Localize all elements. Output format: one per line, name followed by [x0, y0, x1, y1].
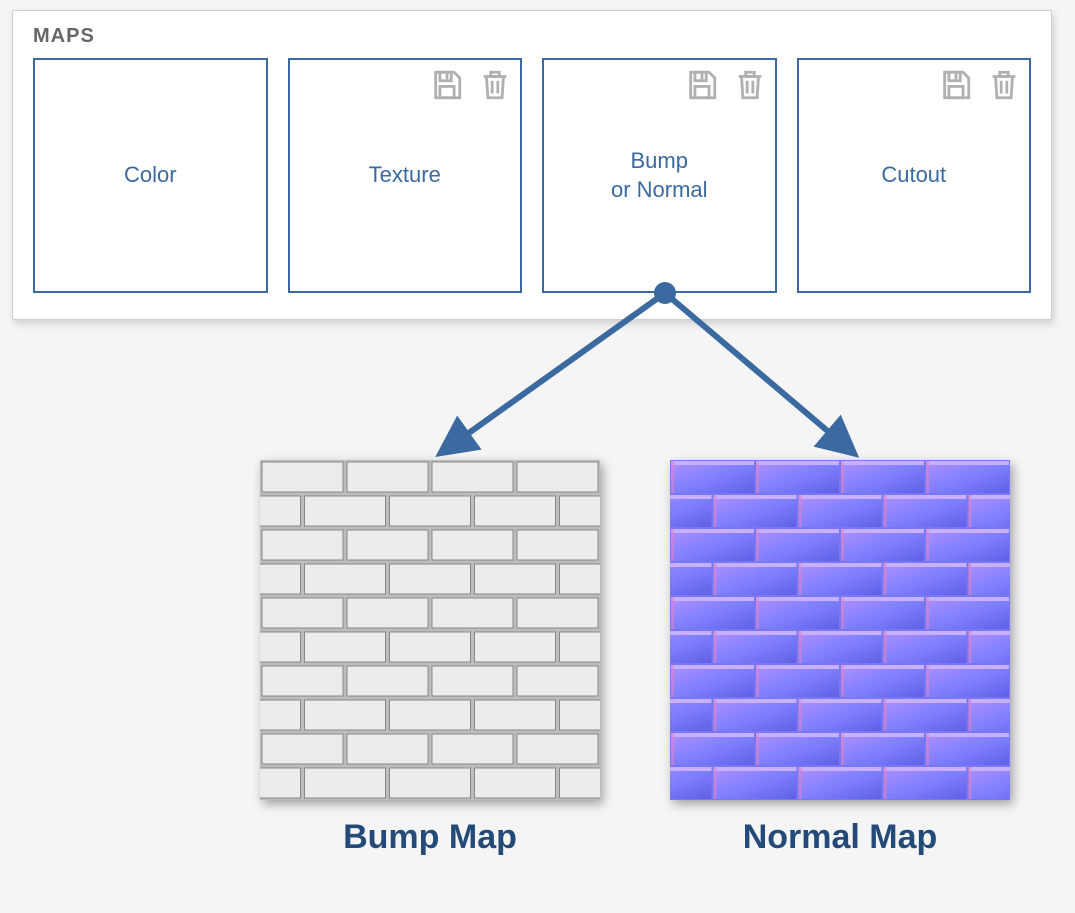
sample-area: Bump Map Normal Map — [260, 460, 1010, 857]
slot-label: Cutout — [881, 161, 946, 190]
trash-icon[interactable] — [733, 68, 767, 107]
map-slots-row: Color Texture Bump or — [33, 58, 1031, 293]
save-icon[interactable] — [685, 68, 719, 107]
slot-action-icons — [685, 68, 767, 107]
map-slot-cutout[interactable]: Cutout — [797, 58, 1032, 293]
map-slot-color[interactable]: Color — [33, 58, 268, 293]
map-slot-texture[interactable]: Texture — [288, 58, 523, 293]
map-slot-bump-normal[interactable]: Bump or Normal — [542, 58, 777, 293]
bump-map-caption: Bump Map — [343, 818, 517, 857]
slot-label: Color — [124, 161, 177, 190]
normal-map-sample: Normal Map — [670, 460, 1010, 857]
save-icon[interactable] — [430, 68, 464, 107]
bump-map-swatch — [260, 460, 600, 800]
slot-label: Bump or Normal — [611, 147, 708, 204]
save-icon[interactable] — [939, 68, 973, 107]
slot-label: Texture — [369, 161, 441, 190]
panel-title: MAPS — [33, 25, 1031, 48]
bump-map-sample: Bump Map — [260, 460, 600, 857]
trash-icon[interactable] — [987, 68, 1021, 107]
maps-panel: MAPS Color Texture — [12, 10, 1052, 320]
normal-map-swatch — [670, 460, 1010, 800]
slot-action-icons — [939, 68, 1021, 107]
slot-action-icons — [430, 68, 512, 107]
trash-icon[interactable] — [478, 68, 512, 107]
normal-map-caption: Normal Map — [743, 818, 938, 857]
